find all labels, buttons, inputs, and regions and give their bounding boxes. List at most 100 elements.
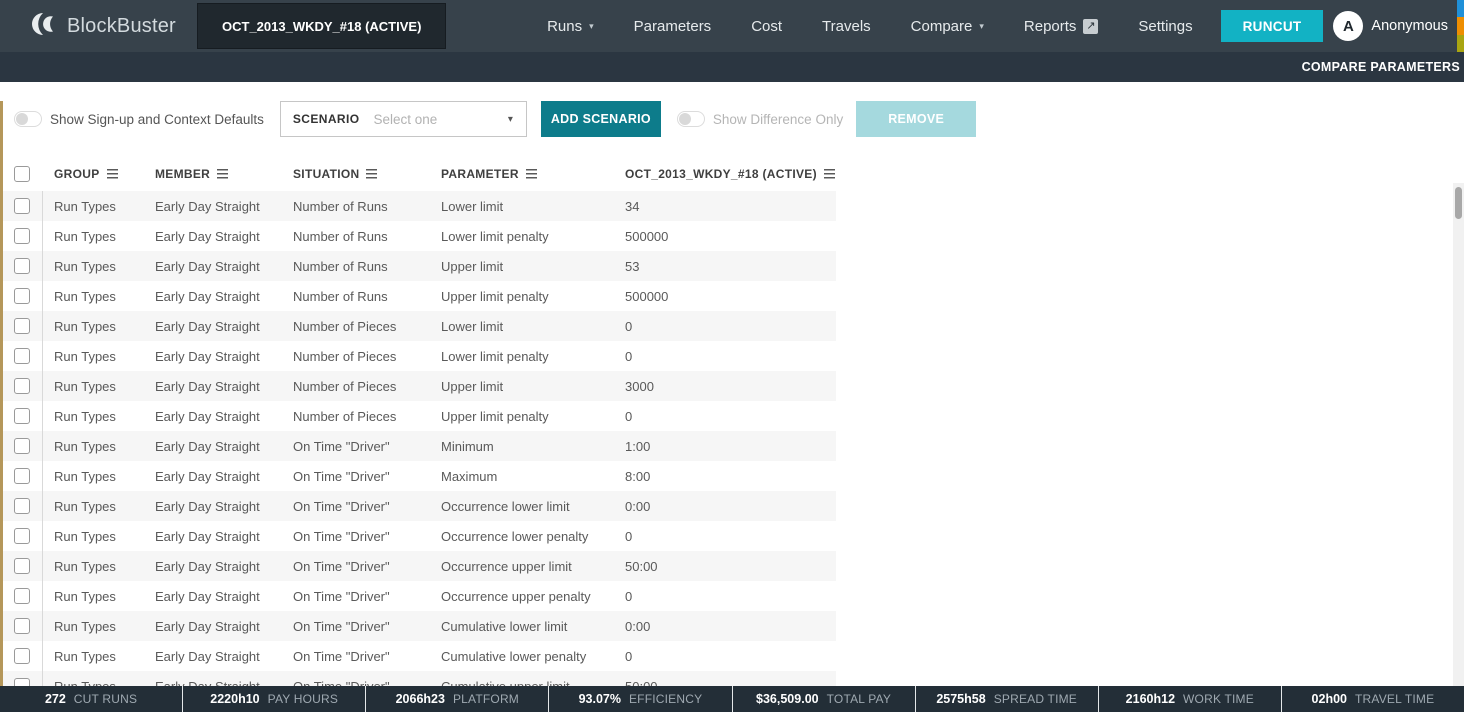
user-menu[interactable]: A Anonymous bbox=[1323, 11, 1464, 41]
cell-group: Run Types bbox=[43, 379, 144, 394]
active-scenario-tab[interactable]: OCT_2013_WKDY_#18 (ACTIVE) bbox=[197, 3, 446, 49]
row-checkbox[interactable] bbox=[14, 528, 30, 544]
row-checkbox[interactable] bbox=[14, 378, 30, 394]
row-checkbox-cell bbox=[3, 191, 43, 221]
show-difference-toggle[interactable] bbox=[677, 111, 705, 127]
table-row: Run Types Early Day Straight On Time "Dr… bbox=[3, 641, 836, 671]
status-stat: 93.07% EFFICIENCY bbox=[548, 686, 731, 712]
chevron-down-icon: ▾ bbox=[508, 114, 513, 125]
column-menu-icon[interactable] bbox=[526, 169, 537, 179]
edge-color-segment bbox=[1457, 0, 1464, 17]
row-checkbox[interactable] bbox=[14, 558, 30, 574]
nav-item-settings[interactable]: Settings bbox=[1118, 0, 1212, 52]
cell-group: Run Types bbox=[43, 229, 144, 244]
row-checkbox[interactable] bbox=[14, 348, 30, 364]
cell-member: Early Day Straight bbox=[144, 349, 282, 364]
row-checkbox[interactable] bbox=[14, 438, 30, 454]
cell-member: Early Day Straight bbox=[144, 439, 282, 454]
column-header: PARAMETER bbox=[430, 167, 614, 181]
table-header-row: GROUP MEMBER SITUATION PARAMETER OCT_201… bbox=[3, 156, 836, 191]
status-stat: $36,509.00 TOTAL PAY bbox=[732, 686, 915, 712]
scrollbar-thumb[interactable] bbox=[1455, 187, 1462, 219]
row-checkbox[interactable] bbox=[14, 288, 30, 304]
row-checkbox-cell bbox=[3, 641, 43, 671]
column-menu-icon[interactable] bbox=[366, 169, 377, 179]
row-checkbox-cell bbox=[3, 221, 43, 251]
cell-group: Run Types bbox=[43, 529, 144, 544]
cell-situation: Number of Runs bbox=[282, 229, 430, 244]
cell-parameter: Occurrence upper limit bbox=[430, 559, 614, 574]
row-checkbox-cell bbox=[3, 521, 43, 551]
show-defaults-toggle[interactable] bbox=[14, 111, 42, 127]
table-row: Run Types Early Day Straight Number of P… bbox=[3, 371, 836, 401]
row-checkbox[interactable] bbox=[14, 318, 30, 334]
row-checkbox-cell bbox=[3, 431, 43, 461]
row-checkbox[interactable] bbox=[14, 468, 30, 484]
cell-value: 53 bbox=[614, 259, 836, 274]
user-name: Anonymous bbox=[1371, 18, 1448, 34]
column-menu-icon[interactable] bbox=[107, 169, 118, 179]
subheader-bar: COMPARE PARAMETERS bbox=[0, 52, 1464, 82]
table-row: Run Types Early Day Straight On Time "Dr… bbox=[3, 581, 836, 611]
status-stat: 272 CUT RUNS bbox=[0, 686, 182, 712]
cell-situation: Number of Runs bbox=[282, 199, 430, 214]
cell-value: 0:00 bbox=[614, 499, 836, 514]
brand-name: BlockBuster bbox=[67, 15, 176, 38]
stat-value: 93.07% bbox=[579, 692, 621, 706]
row-checkbox[interactable] bbox=[14, 618, 30, 634]
scenario-select-label: SCENARIO bbox=[281, 112, 374, 126]
row-checkbox[interactable] bbox=[14, 408, 30, 424]
nav-item-travels[interactable]: Travels bbox=[802, 0, 891, 52]
select-all-checkbox[interactable] bbox=[14, 166, 30, 182]
row-checkbox[interactable] bbox=[14, 588, 30, 604]
cell-parameter: Cumulative lower limit bbox=[430, 619, 614, 634]
row-checkbox-cell bbox=[3, 491, 43, 521]
cell-member: Early Day Straight bbox=[144, 649, 282, 664]
row-checkbox-cell bbox=[3, 581, 43, 611]
nav-menu: Runs ▾ Parameters Cost Travels Compare ▾… bbox=[527, 0, 1213, 52]
vertical-scrollbar[interactable] bbox=[1453, 183, 1464, 705]
row-checkbox[interactable] bbox=[14, 198, 30, 214]
nav-item-reports[interactable]: Reports ↗ bbox=[1004, 0, 1119, 52]
table-row: Run Types Early Day Straight On Time "Dr… bbox=[3, 491, 836, 521]
chevron-down-icon: ▾ bbox=[979, 21, 984, 32]
scenario-select[interactable]: SCENARIO Select one ▾ bbox=[280, 101, 527, 137]
status-stat: 02h00 TRAVEL TIME bbox=[1281, 686, 1464, 712]
cell-situation: On Time "Driver" bbox=[282, 649, 430, 664]
column-header-label: OCT_2013_WKDY_#18 (ACTIVE) bbox=[625, 167, 817, 181]
cell-member: Early Day Straight bbox=[144, 559, 282, 574]
column-menu-icon[interactable] bbox=[824, 169, 835, 179]
column-menu-icon[interactable] bbox=[217, 169, 228, 179]
cell-member: Early Day Straight bbox=[144, 499, 282, 514]
cell-group: Run Types bbox=[43, 289, 144, 304]
cell-group: Run Types bbox=[43, 559, 144, 574]
status-stat: 2066h23 PLATFORM bbox=[365, 686, 548, 712]
cell-member: Early Day Straight bbox=[144, 259, 282, 274]
add-scenario-button[interactable]: ADD SCENARIO bbox=[541, 101, 661, 137]
stat-label: EFFICIENCY bbox=[629, 692, 702, 706]
cell-value: 34 bbox=[614, 199, 836, 214]
nav-item-label: Compare bbox=[911, 18, 973, 35]
cell-group: Run Types bbox=[43, 499, 144, 514]
cell-group: Run Types bbox=[43, 649, 144, 664]
cell-parameter: Upper limit penalty bbox=[430, 409, 614, 424]
cell-situation: On Time "Driver" bbox=[282, 559, 430, 574]
table-row: Run Types Early Day Straight On Time "Dr… bbox=[3, 611, 836, 641]
runcut-button[interactable]: RUNCUT bbox=[1221, 10, 1324, 42]
stat-value: 272 bbox=[45, 692, 66, 706]
nav-item-cost[interactable]: Cost bbox=[731, 0, 802, 52]
nav-item-runs[interactable]: Runs ▾ bbox=[527, 0, 614, 52]
row-checkbox[interactable] bbox=[14, 498, 30, 514]
cell-situation: On Time "Driver" bbox=[282, 499, 430, 514]
cell-group: Run Types bbox=[43, 319, 144, 334]
nav-item-compare[interactable]: Compare ▾ bbox=[891, 0, 1004, 52]
cell-value: 0:00 bbox=[614, 619, 836, 634]
row-checkbox[interactable] bbox=[14, 648, 30, 664]
nav-item-parameters[interactable]: Parameters bbox=[614, 0, 732, 52]
row-checkbox[interactable] bbox=[14, 228, 30, 244]
cell-parameter: Upper limit bbox=[430, 379, 614, 394]
remove-button[interactable]: REMOVE bbox=[856, 101, 976, 137]
header-checkbox-cell bbox=[3, 156, 43, 191]
row-checkbox[interactable] bbox=[14, 258, 30, 274]
nav-item-label: Settings bbox=[1138, 18, 1192, 35]
